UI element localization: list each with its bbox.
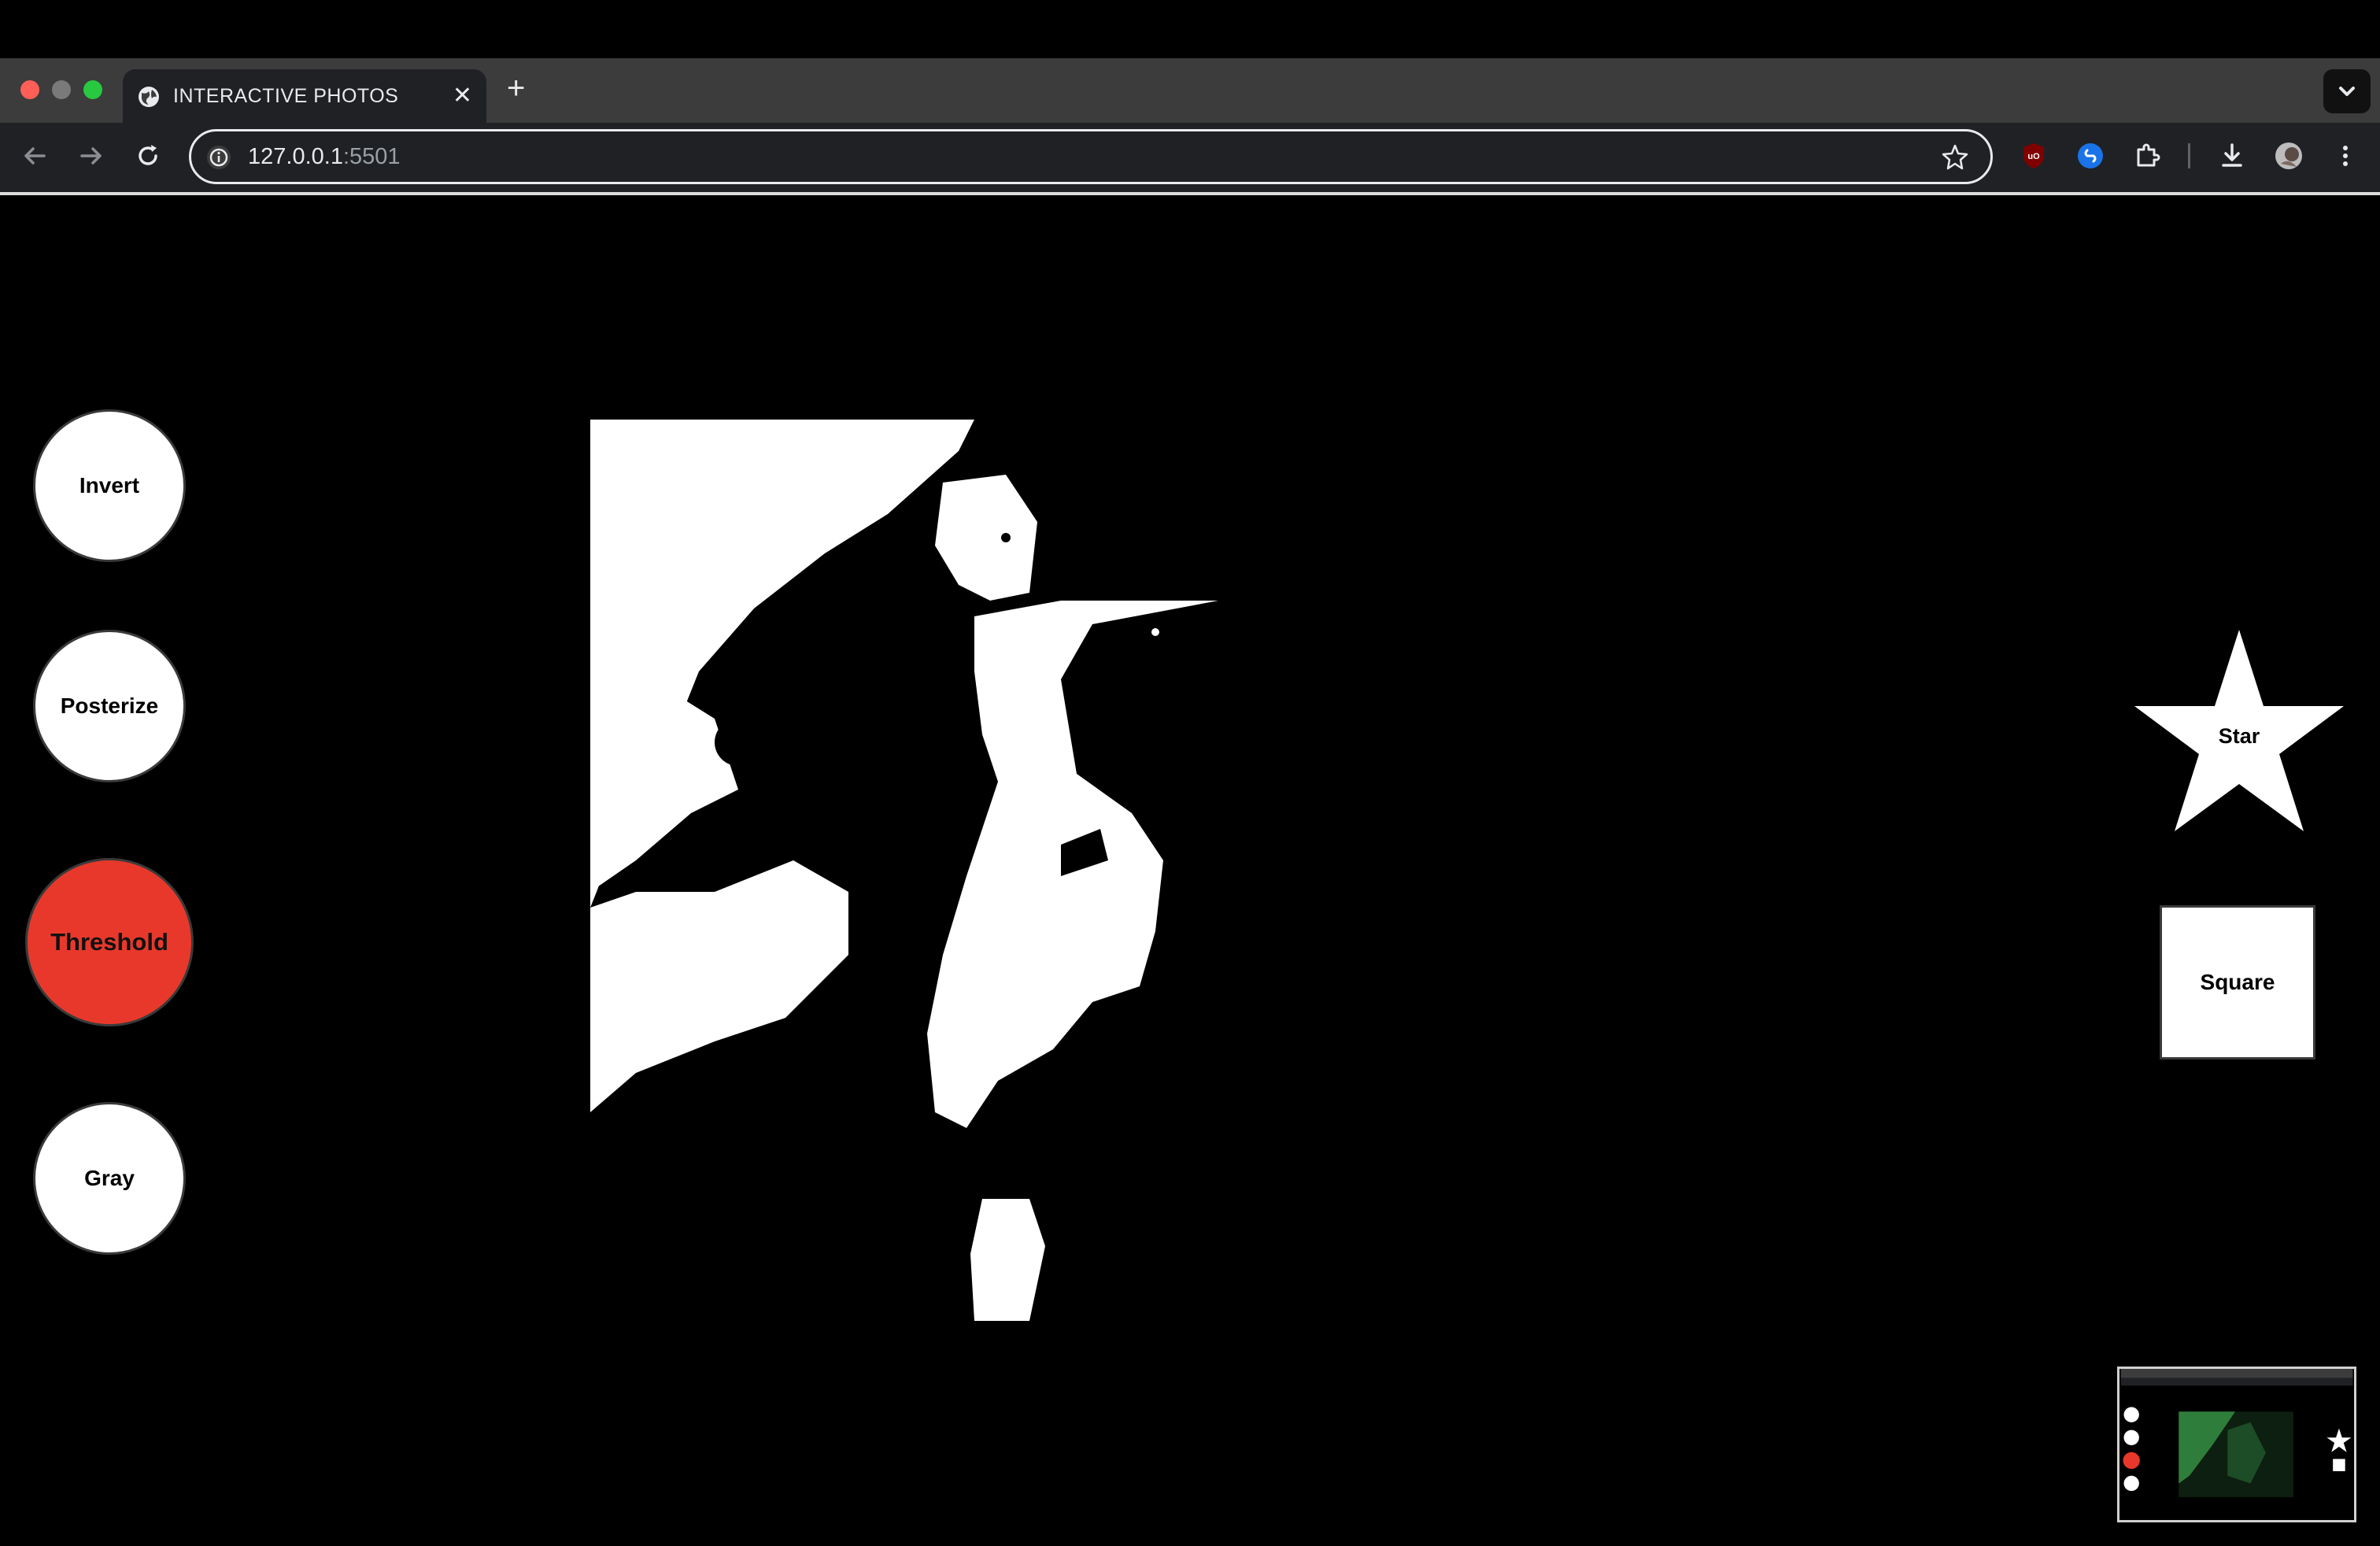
back-arrow-icon[interactable] [19,140,50,172]
svg-text:uO: uO [2027,152,2040,161]
profile-avatar[interactable] [2273,140,2304,172]
posterize-label: Posterize [60,693,159,718]
bookmark-star-icon[interactable] [1940,142,1970,172]
gray-label: Gray [84,1166,135,1190]
window-close-button[interactable] [20,80,39,99]
threshold-photo [589,420,1234,1321]
more-menu-icon[interactable] [2330,140,2361,172]
url-text: 127.0.0.1:5501 [248,144,401,169]
browser-tab[interactable]: INTERACTIVE PHOTOS ✕ [123,69,486,123]
address-bar[interactable]: 127.0.0.1:5501 [189,129,1993,184]
ublock-icon[interactable]: uO [2018,140,2049,172]
shazam-icon[interactable] [2075,140,2106,172]
extensions-icon[interactable] [2131,140,2163,172]
globe-icon [139,87,159,107]
tab-strip: INTERACTIVE PHOTOS ✕ + [0,58,2380,123]
reload-icon[interactable] [132,140,164,172]
threshold-label: Threshold [50,928,168,956]
forward-arrow-icon[interactable] [76,140,107,172]
page-canvas: Invert Posterize Threshold Gray Star Squ… [0,195,2380,1546]
window-minimize-button[interactable] [52,80,71,99]
star-label: Star [2218,724,2260,748]
browser-chrome: INTERACTIVE PHOTOS ✕ + 127.0.0.1:5501 uO [0,58,2380,195]
tab-title: INTERACTIVE PHOTOS [173,85,399,107]
posterize-button[interactable]: Posterize [33,630,186,782]
square-label: Square [2200,970,2275,994]
gray-button[interactable]: Gray [33,1102,186,1255]
window-maximize-button[interactable] [83,80,102,99]
invert-button[interactable]: Invert [33,409,186,562]
square-button[interactable]: Square [2160,905,2315,1060]
tab-search-button[interactable] [2323,69,2371,113]
chevron-down-icon [2339,87,2355,96]
threshold-button[interactable]: Threshold [25,858,194,1026]
webcam-preview [2117,1367,2356,1522]
new-tab-button[interactable]: + [507,72,525,104]
screen-top-bar [0,0,2380,58]
toolbar-divider [2188,143,2190,168]
invert-label: Invert [79,473,140,497]
site-info-icon[interactable] [205,144,232,171]
tab-close-icon[interactable]: ✕ [453,82,472,109]
download-icon[interactable] [2216,140,2248,172]
preview-image [2120,1369,2353,1520]
